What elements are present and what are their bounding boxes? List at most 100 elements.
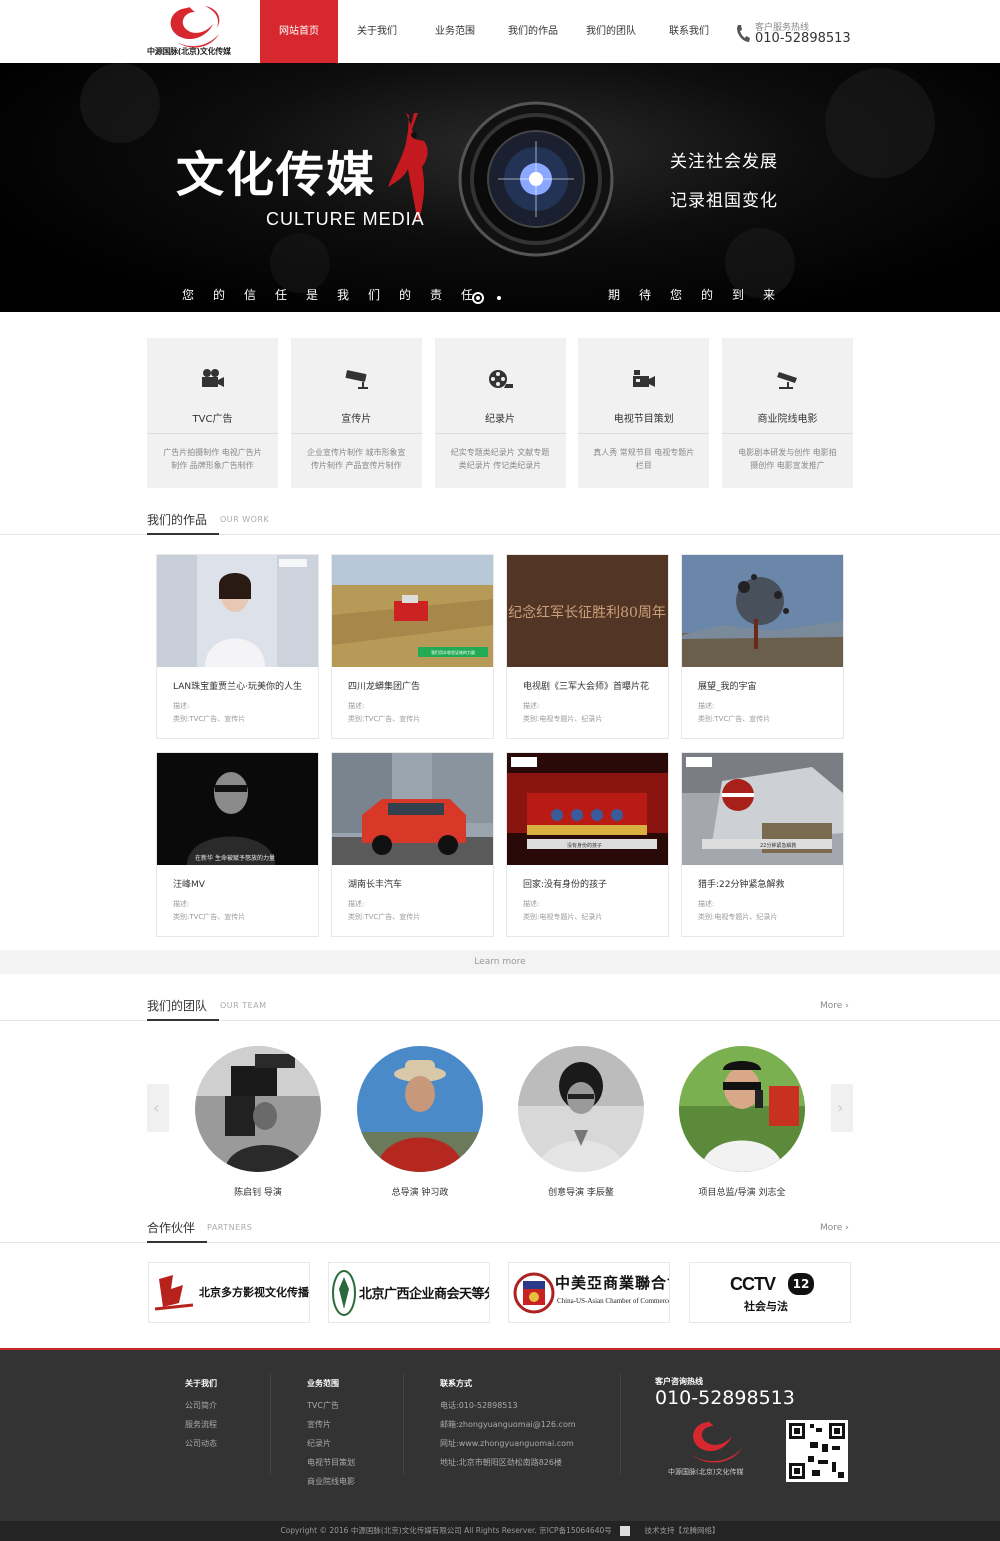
footer-link[interactable]: 公司动态 bbox=[185, 1434, 217, 1453]
work-card[interactable]: 没有身份的孩子 回家:没有身份的孩子 描述: 类别:电视专题片、纪录片 bbox=[506, 752, 669, 937]
divider bbox=[403, 1374, 404, 1474]
footer-link[interactable]: 纪录片 bbox=[307, 1434, 355, 1453]
service-title: 宣传片 bbox=[341, 414, 372, 425]
chevron-left-icon: ‹ bbox=[153, 1098, 160, 1117]
work-card[interactable]: LAN珠宝董贾兰心·玩美你的人生 描述: 类别:TVC广告、宣传片 bbox=[156, 554, 319, 739]
more-label: More bbox=[820, 1001, 843, 1011]
footer-link[interactable]: 公司简介 bbox=[185, 1396, 217, 1415]
footer-services: 业务范围 TVC广告 宣传片 纪录片 电视节目策划 商业院线电影 bbox=[307, 1378, 355, 1491]
member-name: 陈启钊 导演 bbox=[234, 1188, 282, 1198]
tech-support-text[interactable]: 技术支持【龙腾网络】 bbox=[645, 1526, 720, 1535]
partner-name: 北京广西企业商会天等分会 bbox=[359, 1287, 489, 1302]
work-category: 类别:TVC广告、宣传片 bbox=[348, 715, 421, 723]
learn-more-button[interactable]: Learn more bbox=[0, 950, 1000, 974]
footer-link[interactable]: TVC广告 bbox=[307, 1396, 355, 1415]
work-title[interactable]: 四川龙蟒集团广告 bbox=[348, 679, 420, 692]
work-thumbnail: 纪念红军长征胜利80周年 bbox=[507, 555, 668, 667]
thumbnail-caption: 没有身份的孩子 bbox=[567, 842, 602, 849]
partner-logo[interactable]: 北京广西企业商会天等分会 bbox=[328, 1262, 490, 1323]
nav-team[interactable]: 我们的团队 bbox=[572, 0, 650, 63]
work-title[interactable]: 电视剧《三军大会师》首曝片花 bbox=[523, 679, 649, 692]
partner-logo[interactable]: CCTV 12 社会与法 bbox=[689, 1262, 851, 1323]
chevron-right-icon: › bbox=[845, 1223, 849, 1233]
work-title[interactable]: 猎手:22分钟紧急解救 bbox=[698, 877, 785, 890]
team-member[interactable]: 陈启钊 导演 bbox=[195, 1046, 321, 1198]
nav-contact[interactable]: 联系我们 bbox=[650, 0, 728, 63]
footer-hotline-number: 010-52898513 bbox=[655, 1387, 795, 1409]
footer-link[interactable]: 宣传片 bbox=[307, 1415, 355, 1434]
footer-heading: 关于我们 bbox=[185, 1379, 217, 1388]
nav-services[interactable]: 业务范围 bbox=[416, 0, 494, 63]
team-next-button[interactable]: › bbox=[831, 1084, 853, 1132]
nav-works[interactable]: 我们的作品 bbox=[494, 0, 572, 63]
copyright-text: Copyright © 2016 中源国脉(北京)文化传媒有限公司 All Ri… bbox=[280, 1526, 612, 1535]
footer-link[interactable]: 服务流程 bbox=[185, 1415, 217, 1434]
work-card[interactable]: 我们用丰收验证她的力量 四川龙蟒集团广告 描述: 类别:TVC广告、宣传片 bbox=[331, 554, 494, 739]
divider bbox=[270, 1374, 271, 1474]
copyright-bar: Copyright © 2016 中源国脉(北京)文化传媒有限公司 All Ri… bbox=[0, 1521, 1000, 1541]
work-title[interactable]: 湖南长丰汽车 bbox=[348, 877, 402, 890]
banner-title: 文化传媒 bbox=[176, 147, 377, 203]
work-card[interactable]: 湖南长丰汽车 描述: 类别:TVC广告、宣传片 bbox=[331, 752, 494, 937]
footer-website[interactable]: 网址:www.zhongyuanguomai.com bbox=[440, 1434, 576, 1453]
team-member[interactable]: 项目总监/导演 刘志全 bbox=[679, 1046, 805, 1198]
work-title[interactable]: 展望_我的宇宙 bbox=[698, 679, 757, 692]
work-title[interactable]: 回家:没有身份的孩子 bbox=[523, 877, 607, 890]
chevron-right-icon: › bbox=[845, 1001, 849, 1011]
footer-link[interactable]: 商业院线电影 bbox=[307, 1472, 355, 1491]
service-card-documentary[interactable]: 纪录片 纪实专题类纪录片 文献专题类纪录片 传记类纪录片 bbox=[434, 338, 566, 488]
partners-section-header: 合作伙伴 PARTNERS More › bbox=[0, 1219, 1000, 1243]
member-name: 项目总监/导演 刘志全 bbox=[698, 1188, 786, 1198]
work-thumbnail: 在新华 生命被赋予怒放的力量 bbox=[157, 753, 318, 865]
service-title: 商业院线电影 bbox=[757, 414, 818, 425]
work-thumbnail bbox=[682, 555, 843, 667]
work-card[interactable]: 展望_我的宇宙 描述: 类别:TVC广告、宣传片 bbox=[681, 554, 844, 739]
team-prev-button[interactable]: ‹ bbox=[147, 1084, 169, 1132]
work-category: 类别:TVC广告、宣传片 bbox=[173, 913, 246, 921]
footer-link[interactable]: 电视节目策划 bbox=[307, 1453, 355, 1472]
work-desc: 描述: bbox=[173, 702, 190, 710]
partner-logo[interactable]: 中美亞商業聯合會 China-US-Asian Chamber of Comme… bbox=[508, 1262, 670, 1323]
slide-dot-active[interactable] bbox=[472, 292, 484, 304]
team-more-link[interactable]: More › bbox=[820, 1001, 849, 1011]
thumbnail-caption: 22分钟紧急解救 bbox=[760, 842, 796, 849]
nav-about[interactable]: 关于我们 bbox=[338, 0, 416, 63]
work-card[interactable]: 纪念红军长征胜利80周年 电视剧《三军大会师》首曝片花 描述: 类别:电视专题片… bbox=[506, 554, 669, 739]
work-title[interactable]: 汪峰MV bbox=[173, 877, 205, 890]
divider bbox=[578, 433, 710, 434]
works-section-header: 我们的作品 OUR WORK bbox=[0, 511, 1000, 535]
stats-icon[interactable] bbox=[620, 1526, 631, 1536]
team-member[interactable]: 创意导演 李辰鳌 bbox=[518, 1046, 644, 1198]
work-thumbnail bbox=[332, 753, 493, 865]
partner-logo[interactable]: 北京多方影视文化传播中心 bbox=[148, 1262, 310, 1323]
avatar bbox=[518, 1046, 644, 1172]
banner-tagline-left: 您的信任是我们的责任 bbox=[182, 288, 493, 302]
section-subtitle: PARTNERS bbox=[207, 1223, 253, 1232]
footer-logo-text: 中源国脉(北京)文化传媒 bbox=[668, 1468, 744, 1476]
service-title: 电视节目策划 bbox=[613, 414, 674, 425]
slide-dot[interactable] bbox=[497, 296, 501, 300]
partners-more-link[interactable]: More › bbox=[820, 1223, 849, 1233]
service-desc: 企业宣传片制作 城市形象宣传片制作 产品宣传片制作 bbox=[306, 448, 406, 470]
team-member[interactable]: 总导演 钟习政 bbox=[357, 1046, 483, 1198]
nav-home[interactable]: 网站首页 bbox=[260, 0, 338, 63]
service-card-promo[interactable]: 宣传片 企业宣传片制作 城市形象宣传片制作 产品宣传片制作 bbox=[290, 338, 422, 488]
work-card[interactable]: 22分钟紧急解救 猎手:22分钟紧急解救 描述: 类别:电视专题片、纪录片 bbox=[681, 752, 844, 937]
work-category: 类别:TVC广告、宣传片 bbox=[348, 913, 421, 921]
section-title: 我们的作品 bbox=[147, 511, 220, 535]
logo-text: 中源国脉(北京)文化传媒 bbox=[147, 47, 231, 56]
work-category: 类别:电视专题片、纪录片 bbox=[523, 715, 603, 723]
work-card[interactable]: 在新华 生命被赋予怒放的力量 汪峰MV 描述: 类别:TVC广告、宣传片 bbox=[156, 752, 319, 937]
service-card-film[interactable]: 商业院线电影 电影剧本研发与创作 电影拍摄创作 电影宣发推广 bbox=[722, 338, 853, 488]
footer-email[interactable]: 邮箱:zhongyuanguomai@126.com bbox=[440, 1415, 576, 1434]
work-category: 类别:TVC广告、宣传片 bbox=[173, 715, 246, 723]
service-desc: 真人秀 常规节目 电视专题片栏目 bbox=[593, 448, 695, 470]
service-card-tv-program[interactable]: 电视节目策划 真人秀 常规节目 电视专题片栏目 bbox=[578, 338, 710, 488]
footer-heading: 业务范围 bbox=[307, 1379, 339, 1388]
member-name: 总导演 钟习政 bbox=[391, 1188, 449, 1198]
hero-banner: 文化传媒 CULTURE MEDIA 关注社会发展 记录祖国变化 您的信任是我们… bbox=[0, 63, 1000, 312]
cctv-camera-icon bbox=[777, 372, 797, 389]
page: 中源国脉(北京)文化传媒 网站首页 关于我们 业务范围 我们的作品 我们的团队 … bbox=[0, 0, 1000, 1541]
work-title[interactable]: LAN珠宝董贾兰心·玩美你的人生 bbox=[173, 679, 302, 692]
service-card-tvc[interactable]: TVC广告 广告片拍摄制作 电视广告片制作 品牌形象广告制作 bbox=[147, 338, 278, 488]
